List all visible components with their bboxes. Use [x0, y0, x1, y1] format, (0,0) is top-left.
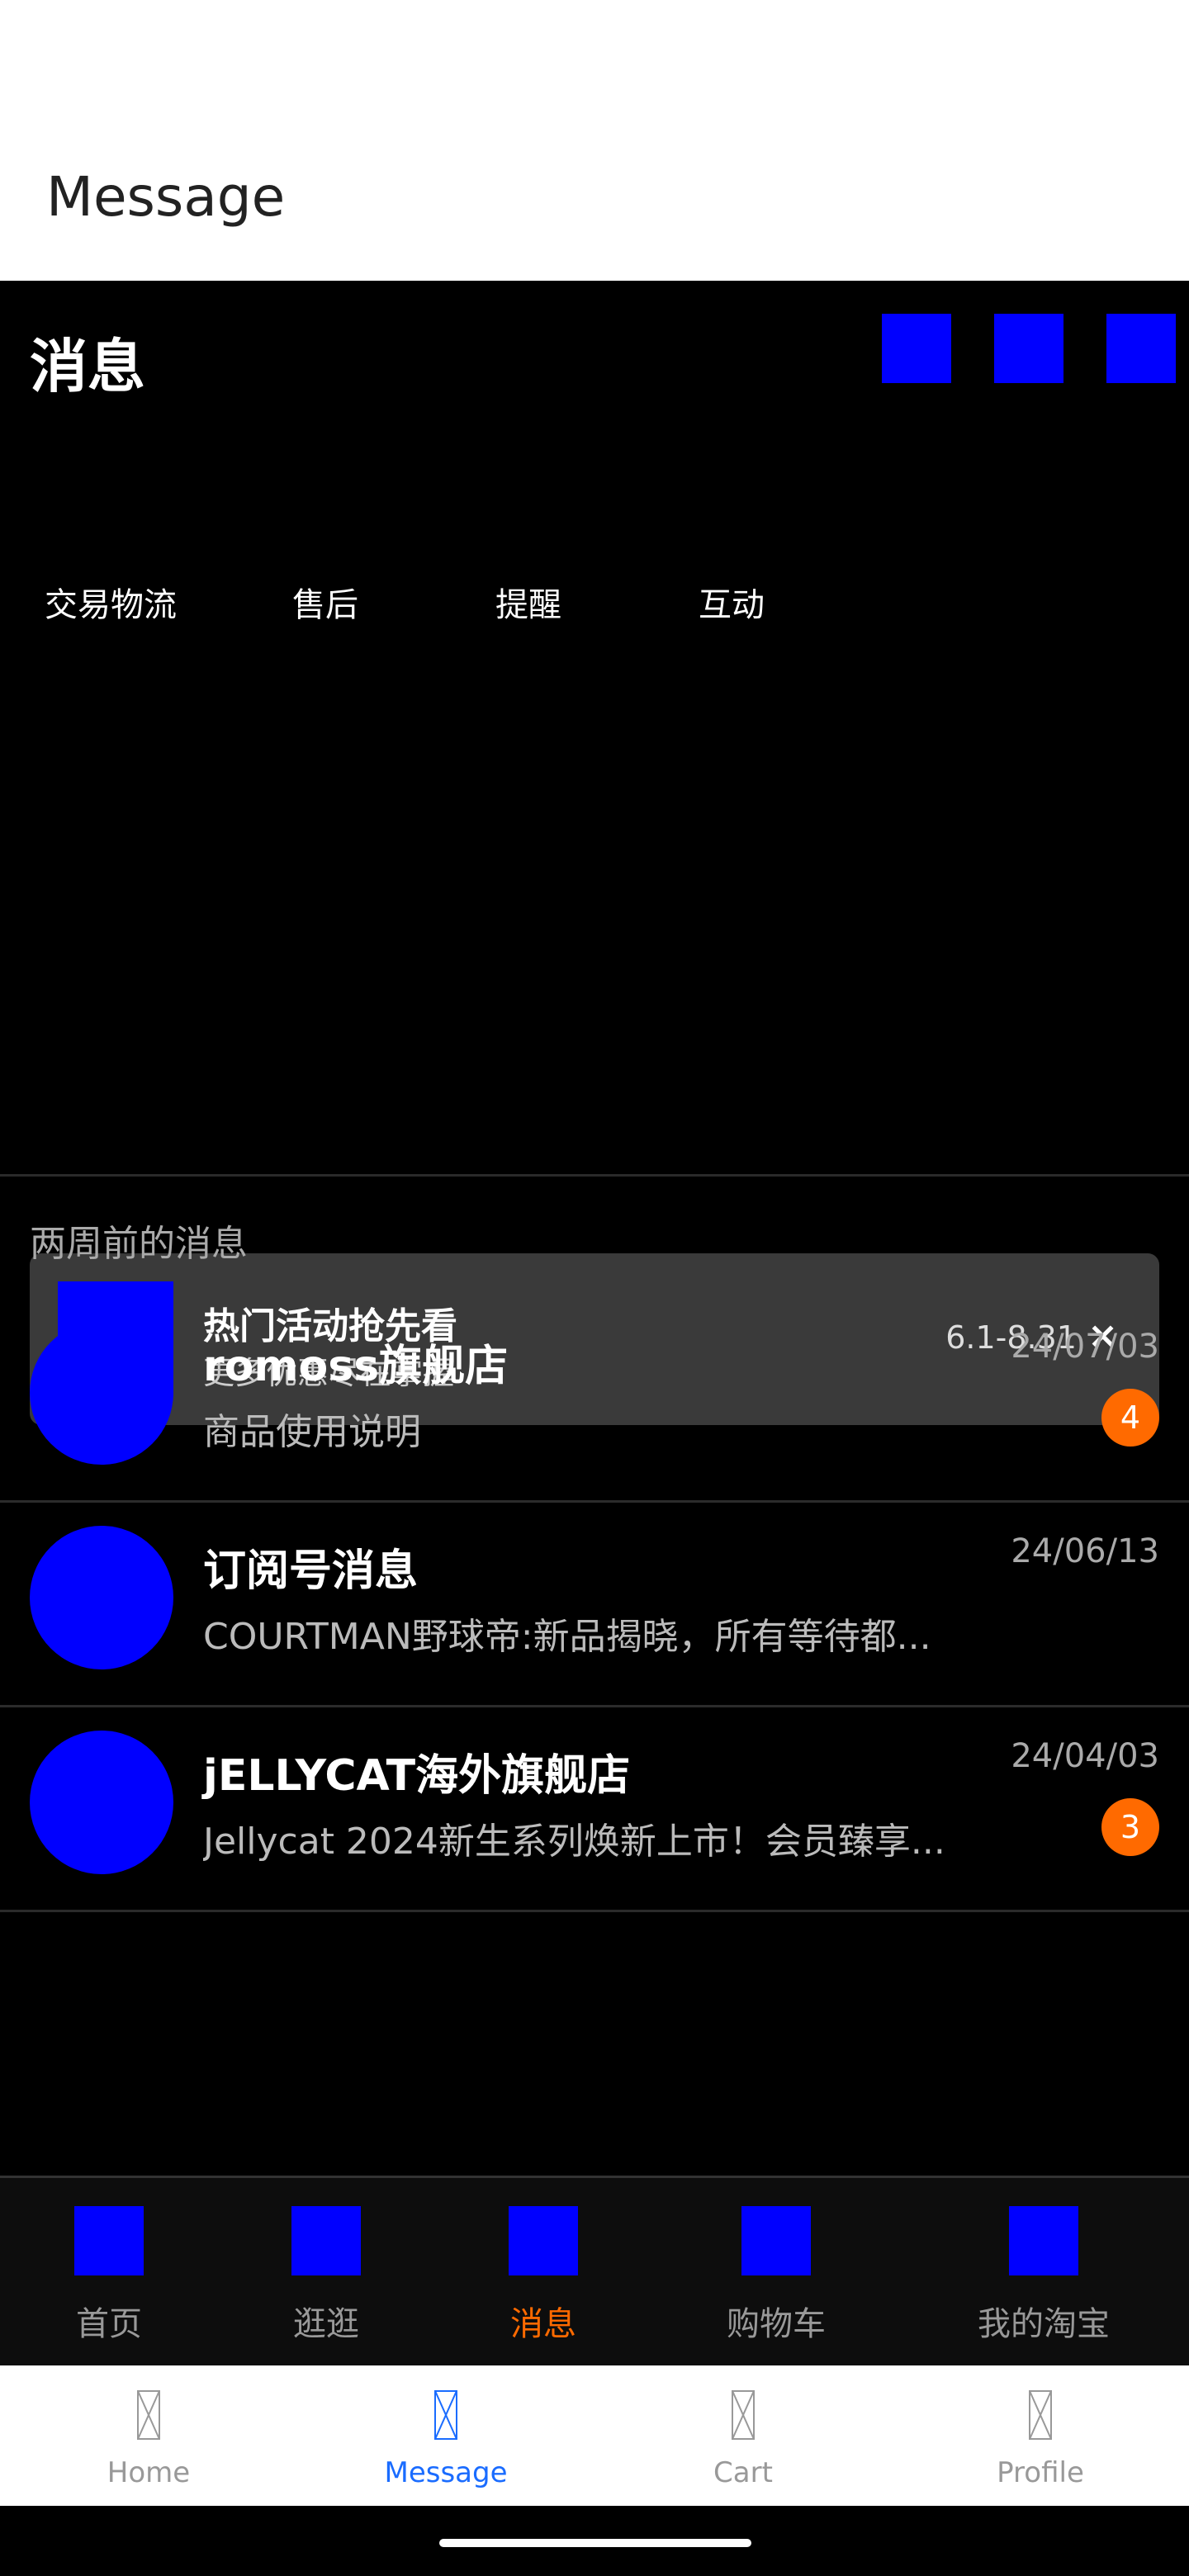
tabbar-label: 我的淘宝: [978, 2305, 1110, 2343]
conversation-preview: Jellycat 2024新生系列焕新上市！会员臻享...: [203, 1821, 945, 1863]
conversation-date: 24/06/13: [1011, 1532, 1159, 1570]
action-icon-2[interactable]: [994, 314, 1063, 383]
top-actions: [882, 314, 1176, 383]
app-header-title: Message: [46, 165, 286, 229]
conversation-name: 订阅号消息: [203, 1546, 419, 1596]
message-icon: [509, 2206, 578, 2275]
app-tabbar: 首页 逛逛 消息 购物车 我的淘宝: [0, 2176, 1189, 2365]
action-icon-1[interactable]: [882, 314, 951, 383]
conversation-list: romoss旗舰店 商品使用说明 24/07/03 4 订阅号消息 COURTM…: [0, 1298, 1189, 1912]
tab-trade-logistics[interactable]: 交易物流: [45, 578, 292, 626]
tabbar-item-home[interactable]: 首页: [74, 2206, 144, 2345]
action-icon-3[interactable]: [1106, 314, 1176, 383]
section-label: 两周前的消息: [30, 1223, 248, 1265]
conversation-preview: COURTMAN野球帝:新品揭晓，所有等待都...: [203, 1616, 931, 1658]
nav-label: Message: [384, 2456, 508, 2489]
broken-image-icon: [732, 2390, 755, 2440]
tabbar-label: 消息: [510, 2305, 576, 2343]
app-header: Message: [0, 0, 1189, 281]
conversation-item[interactable]: 订阅号消息 COURTMAN野球帝:新品揭晓，所有等待都... 24/06/13: [0, 1503, 1189, 1707]
home-indicator[interactable]: [439, 2539, 751, 2547]
avatar: [30, 1526, 173, 1669]
conversation-item[interactable]: jELLYCAT海外旗舰店 Jellycat 2024新生系列焕新上市！会员臻享…: [0, 1707, 1189, 1912]
cart-icon: [741, 2206, 811, 2275]
system-nav-bar: [0, 2506, 1189, 2576]
nav-item-cart[interactable]: Cart: [594, 2390, 892, 2489]
divider: [0, 1174, 1189, 1177]
tab-after-sales[interactable]: 售后: [292, 578, 495, 626]
conversation-name: jELLYCAT海外旗舰店: [203, 1751, 631, 1801]
tabbar-item-cart[interactable]: 购物车: [727, 2206, 826, 2345]
nav-item-home[interactable]: Home: [0, 2390, 297, 2489]
conversation-date: 24/04/03: [1011, 1737, 1159, 1775]
broken-image-icon: [1029, 2390, 1052, 2440]
conversation-date: 24/07/03: [1011, 1328, 1159, 1366]
message-category-tabs: 交易物流 售后 提醒 互动: [45, 578, 765, 626]
tabbar-item-messages[interactable]: 消息: [509, 2206, 578, 2345]
tabbar-item-my-taobao[interactable]: 我的淘宝: [978, 2206, 1110, 2345]
tab-reminders[interactable]: 提醒: [495, 578, 699, 626]
home-icon: [74, 2206, 144, 2275]
unread-badge: 4: [1101, 1389, 1159, 1447]
avatar: [30, 1731, 173, 1874]
conversation-name: romoss旗舰店: [203, 1342, 509, 1391]
browse-icon: [291, 2206, 361, 2275]
unread-badge: 3: [1101, 1798, 1159, 1856]
host-bottom-nav: Home Message Cart Profile: [0, 2365, 1189, 2506]
page-title: 消息: [30, 333, 145, 400]
nav-item-profile[interactable]: Profile: [892, 2390, 1189, 2489]
conversation-item[interactable]: romoss旗舰店 商品使用说明 24/07/03 4: [0, 1298, 1189, 1503]
tabbar-label: 购物车: [727, 2305, 826, 2343]
profile-icon: [1009, 2206, 1078, 2275]
broken-image-icon: [137, 2390, 160, 2440]
nav-label: Profile: [997, 2456, 1084, 2489]
nav-item-message[interactable]: Message: [297, 2390, 594, 2489]
broken-image-icon: [434, 2390, 457, 2440]
tab-interactions[interactable]: 互动: [699, 578, 765, 626]
avatar: [30, 1321, 173, 1465]
tabbar-label: 逛逛: [293, 2305, 359, 2343]
tabbar-item-browse[interactable]: 逛逛: [291, 2206, 361, 2345]
nav-label: Home: [107, 2456, 191, 2489]
nav-label: Cart: [713, 2456, 773, 2489]
conversation-preview: 商品使用说明: [203, 1411, 421, 1453]
tabbar-label: 首页: [76, 2305, 142, 2343]
